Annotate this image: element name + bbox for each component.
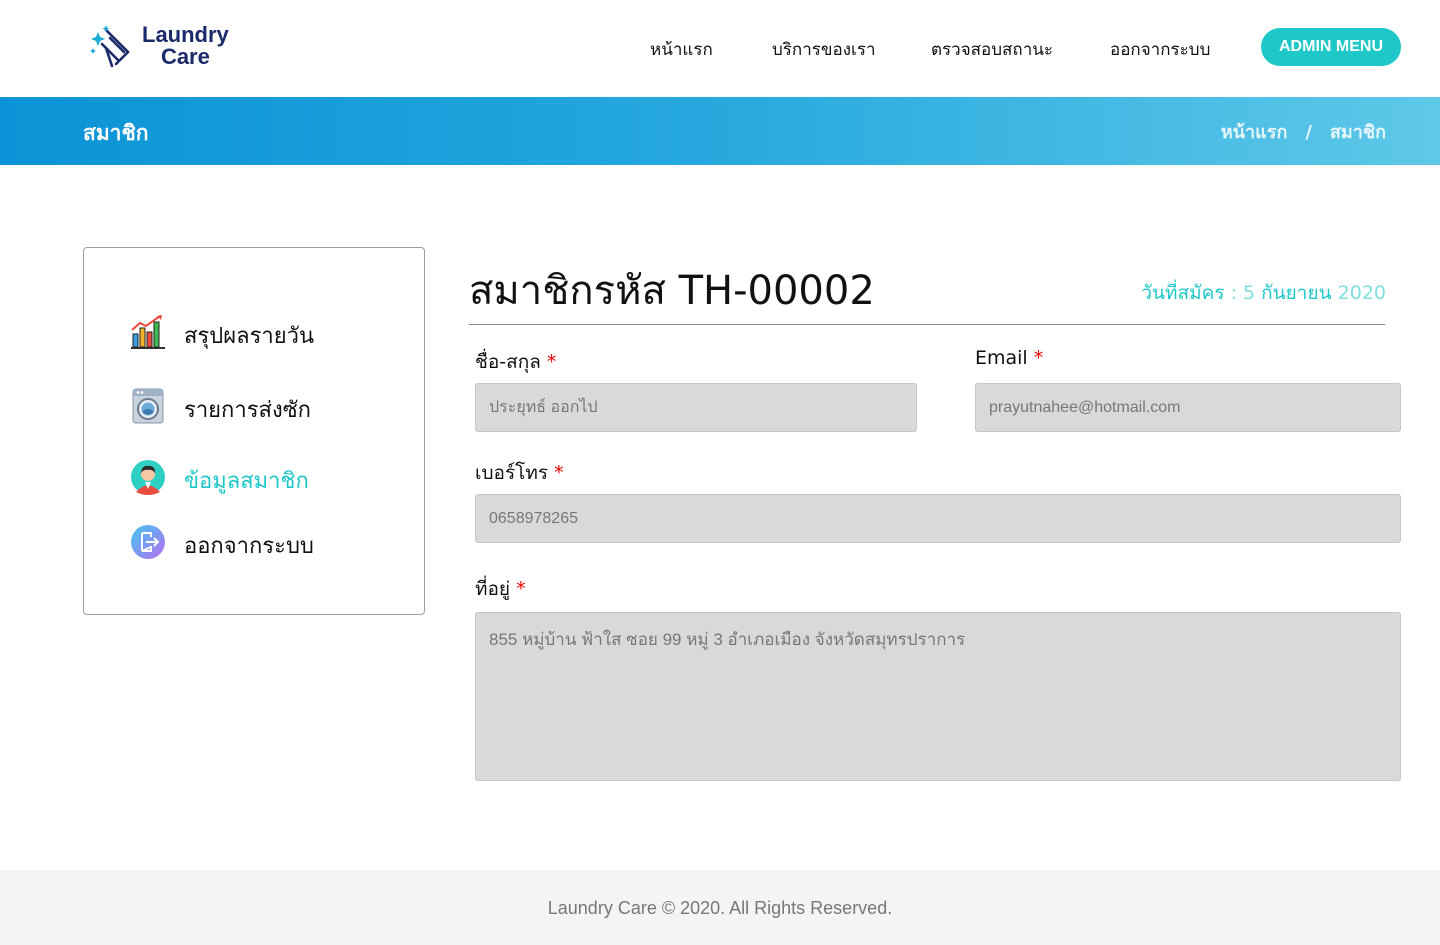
admin-menu-button[interactable]: ADMIN MENU (1261, 28, 1401, 66)
required-mark: * (1033, 347, 1044, 369)
name-label: ชื่อ-สกุล * (475, 347, 556, 377)
sidebar-item-label: สรุปผลรายวัน (184, 324, 315, 349)
address-textarea[interactable]: 855 หมู่บ้าน ฟ้าใส ซอย 99 หมู่ 3 อำเภอเม… (475, 612, 1401, 781)
sidebar-item-laundry-list[interactable]: รายการส่งซัก (130, 386, 410, 426)
user-avatar-icon (131, 460, 165, 495)
sidebar-item-logout[interactable]: ออกจากระบบ (130, 522, 410, 562)
sidebar-menu: สรุปผลรายวัน รายการส่งซัก ข้อมูลสมาชิก อ… (83, 247, 425, 615)
brand-name-line2: Care (160, 44, 210, 69)
brand-name: Laundry Care (142, 24, 229, 68)
breadcrumb-current: สมาชิก (1329, 122, 1386, 143)
join-date-separator: : (1224, 282, 1244, 304)
washing-machine-icon (132, 388, 164, 424)
required-mark: * (554, 462, 564, 484)
phone-label: เบอร์โทร * (475, 458, 564, 488)
phone-field[interactable]: 0658978265 (475, 494, 1401, 543)
name-label-text: ชื่อ-สกุล (475, 351, 541, 373)
nav-home-link[interactable]: หน้าแรก (650, 36, 713, 62)
brand-logo[interactable]: Laundry Care (88, 22, 248, 74)
page-title: สมาชิก (83, 121, 149, 145)
sidebar-item-label: ออกจากระบบ (184, 534, 314, 559)
chart-icon (131, 315, 165, 349)
page-banner: สมาชิก หน้าแรก / สมาชิก (0, 97, 1440, 165)
copyright-text: Laundry Care © 2020. All Rights Reserved… (547, 898, 893, 918)
sidebar-item-label: ข้อมูลสมาชิก (184, 469, 309, 494)
breadcrumb-home-link[interactable]: หน้าแรก (1221, 117, 1287, 146)
nav-status-link[interactable]: ตรวจสอบสถานะ (931, 36, 1053, 62)
site-footer: Laundry Care © 2020. All Rights Reserved… (0, 870, 1440, 945)
iron-sparkle-icon (90, 25, 130, 68)
sidebar-item-label: รายการส่งซัก (184, 398, 311, 423)
join-date-label: วันที่สมัคร (1141, 282, 1225, 304)
sidebar-item-daily-summary[interactable]: สรุปผลรายวัน (130, 312, 410, 352)
required-mark: * (516, 578, 526, 600)
join-date-month: กันยายน (1261, 282, 1332, 304)
nav-logout-link[interactable]: ออกจากระบบ (1110, 36, 1210, 62)
sidebar-item-member-info[interactable]: ข้อมูลสมาชิก (130, 457, 410, 497)
member-id-heading: สมาชิกรหัส TH-00002 (469, 268, 875, 314)
logout-icon (131, 525, 165, 559)
breadcrumb-separator: / (1305, 122, 1312, 143)
phone-label-text: เบอร์โทร (475, 462, 549, 484)
address-label: ที่อยู่ * (475, 574, 526, 604)
breadcrumb: หน้าแรก / สมาชิก (1221, 117, 1386, 146)
required-mark: * (546, 351, 557, 373)
email-field[interactable]: prayutnahee@hotmail.com (975, 383, 1401, 432)
brand-name-line1: Laundry (142, 22, 229, 47)
name-field[interactable]: ประยุทธ์ ออกไป (475, 383, 917, 432)
site-header: Laundry Care หน้าแรก บริการของเรา ตรวจสอ… (0, 0, 1440, 97)
join-date: วันที่สมัคร : 5 กันยายน 2020 (1141, 278, 1386, 308)
join-date-year: 2020 (1337, 282, 1386, 304)
address-label-text: ที่อยู่ (475, 578, 511, 600)
email-label: Email * (975, 347, 1043, 369)
nav-services-link[interactable]: บริการของเรา (772, 36, 876, 62)
join-date-day: 5 (1243, 282, 1256, 304)
email-label-text: Email (975, 347, 1028, 369)
heading-divider (469, 324, 1385, 325)
